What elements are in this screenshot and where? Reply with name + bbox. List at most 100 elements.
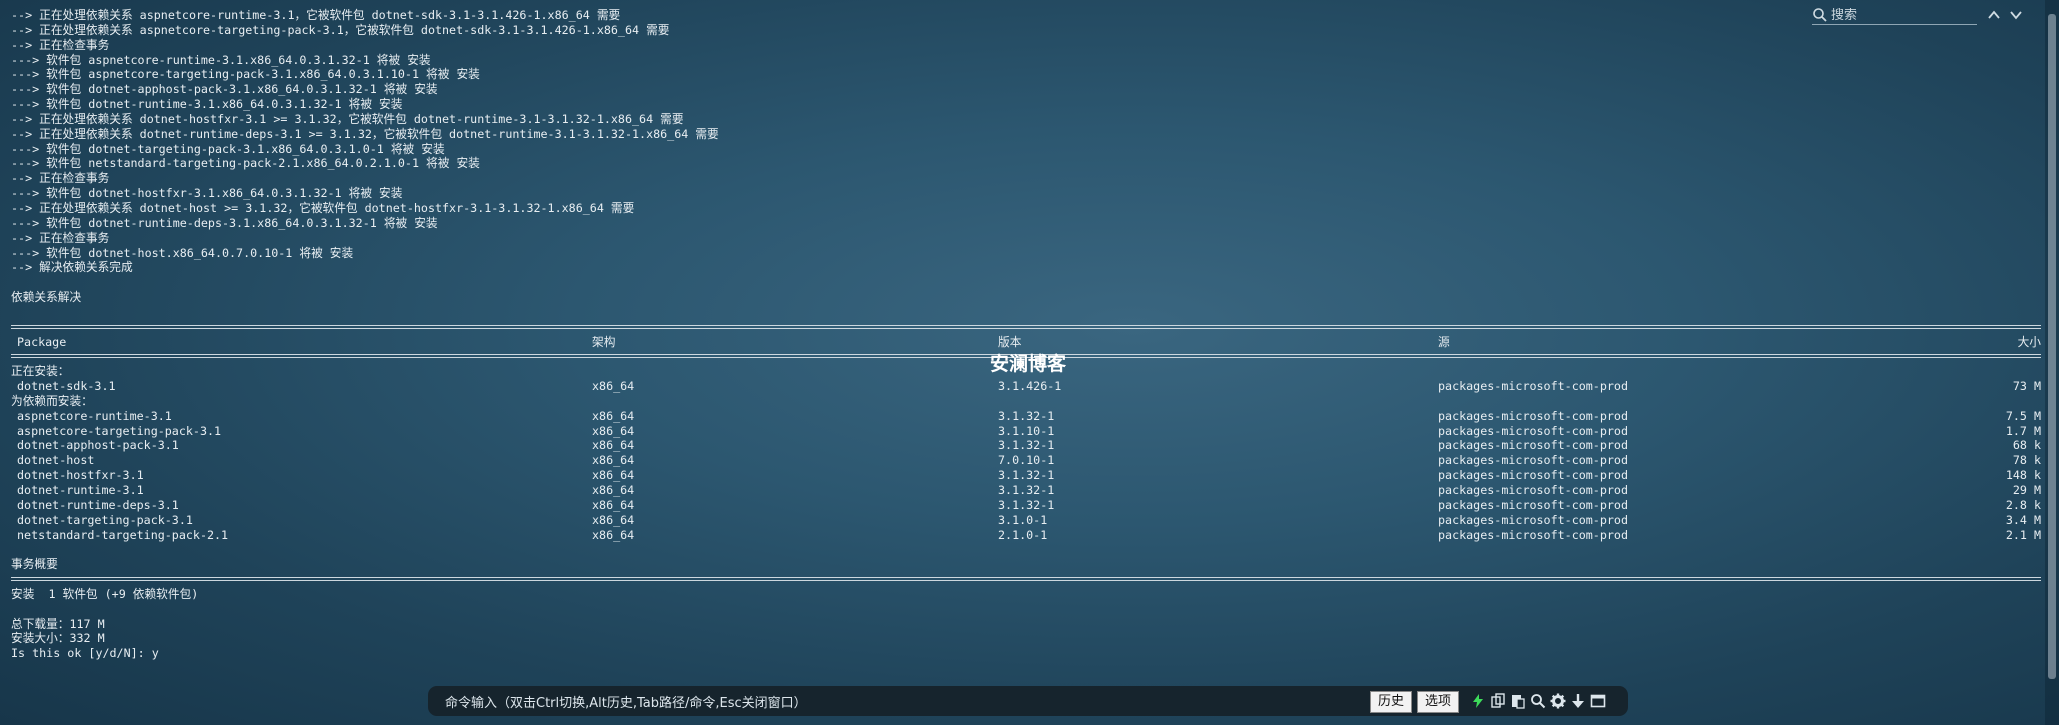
separator-line — [11, 572, 2041, 587]
total-download: 总下载量：117 M — [11, 616, 105, 631]
cell-version: 3.1.32-1 — [998, 468, 1055, 483]
table-row: aspnetcore-targeting-pack-3.1 x86_64 3.1.1… — [11, 424, 2041, 439]
cell-arch: x86_64 — [592, 512, 635, 527]
column-header-arch: 架构 — [592, 334, 616, 349]
column-header-repo: 源 — [1438, 334, 1450, 349]
chevron-down-icon[interactable] — [2008, 7, 2024, 23]
column-header-package: Package — [17, 334, 67, 349]
cell-name: netstandard-targeting-pack-2.1 — [17, 527, 229, 542]
scrollbar[interactable] — [2045, 0, 2059, 725]
log-line: --> 正在处理依赖关系 dotnet-hostfxr-3.1 >= 3.1.3… — [11, 111, 684, 126]
cell-version: 3.1.32-1 — [998, 408, 1055, 423]
cell-repo: packages-microsoft-com-prod — [1438, 438, 1628, 453]
cell-arch: x86_64 — [592, 453, 635, 468]
watermark: 安澜博客 — [990, 353, 1067, 375]
log-line: --> 正在处理依赖关系 aspnetcore-targeting-pack-3… — [11, 22, 670, 37]
table-row: dotnet-targeting-pack-3.1 x86_64 3.1.0-1 pa… — [11, 513, 2041, 528]
cell-arch: x86_64 — [592, 497, 635, 512]
cell-size: 7.5 M — [2005, 408, 2041, 423]
command-input-label[interactable]: 命令输入（双击Ctrl切换,Alt历史,Tab路径/命令,Esc关闭窗口） — [445, 692, 807, 711]
find-icon[interactable] — [1530, 693, 1546, 709]
column-header-size: 大小 — [2017, 334, 2041, 349]
cell-arch: x86_64 — [592, 438, 635, 453]
cell-version: 3.1.426-1 — [998, 379, 1062, 394]
log-line: --> 正在检查事务 — [11, 171, 110, 186]
log-line: ---> 软件包 dotnet-runtime-deps-3.1.x86_64.… — [11, 215, 438, 230]
log-line: ---> 软件包 dotnet-targeting-pack-3.1.x86_6… — [11, 141, 445, 156]
cell-name: dotnet-sdk-3.1 — [17, 379, 116, 394]
options-button[interactable]: 选项 — [1417, 691, 1460, 713]
cell-size: 78 k — [2012, 453, 2041, 468]
cell-repo: packages-microsoft-com-prod — [1438, 453, 1628, 468]
cell-size: 2.1 M — [2005, 527, 2041, 542]
table-row: dotnet-runtime-deps-3.1 x86_64 3.1.32-1 pac… — [11, 498, 2041, 513]
log-line: --> 解决依赖关系完成 — [11, 260, 133, 275]
cell-arch: x86_64 — [592, 468, 635, 483]
table-row: dotnet-host x86_64 7.0.10-1 packages-micros… — [11, 453, 2041, 468]
terminal-output: --> 正在处理依赖关系 aspnetcore-runtime-3.1，它被软件… — [11, 8, 2041, 661]
cell-version: 3.1.32-1 — [998, 438, 1055, 453]
prompt-line[interactable]: Is this ok [y/d/N]: y — [11, 646, 2041, 661]
cell-repo: packages-microsoft-com-prod — [1438, 512, 1628, 527]
search-input[interactable] — [1831, 7, 1971, 23]
cell-name: dotnet-targeting-pack-3.1 — [17, 512, 193, 527]
table-row: dotnet-hostfxr-3.1 x86_64 3.1.32-1 packages… — [11, 468, 2041, 483]
cell-name: aspnetcore-targeting-pack-3.1 — [17, 423, 222, 438]
table-row: aspnetcore-runtime-3.1 x86_64 3.1.32-1 pack… — [11, 409, 2041, 424]
summary-heading: 事务概要 — [11, 557, 58, 572]
command-bar[interactable]: 命令输入（双击Ctrl切换,Alt历史,Tab路径/命令,Esc关闭窗口） 历史… — [428, 686, 1628, 716]
cell-name: dotnet-host — [17, 453, 95, 468]
table-header: Package 架构 版本 源 大小 — [11, 335, 2041, 350]
cell-repo: packages-microsoft-com-prod — [1438, 527, 1628, 542]
separator-line — [11, 320, 2041, 335]
cell-arch: x86_64 — [592, 379, 635, 394]
window-icon[interactable] — [1590, 693, 1606, 709]
cell-size: 1.7 M — [2005, 423, 2041, 438]
install-summary: 安装 1 软件包 (+9 依赖软件包) — [11, 586, 199, 601]
cell-version: 3.1.32-1 — [998, 497, 1055, 512]
cell-name: dotnet-runtime-deps-3.1 — [17, 497, 179, 512]
cell-repo: packages-microsoft-com-prod — [1438, 483, 1628, 497]
cell-repo: packages-microsoft-com-prod — [1438, 497, 1628, 512]
log-line: --> 正在检查事务 — [11, 230, 110, 245]
log-line: ---> 软件包 dotnet-apphost-pack-3.1.x86_64.… — [11, 82, 438, 97]
column-header-version: 版本 — [998, 334, 1022, 349]
copy-icon[interactable] — [1490, 693, 1506, 709]
paste-icon[interactable] — [1510, 693, 1526, 709]
search-box[interactable] — [1812, 6, 1977, 25]
cell-arch: x86_64 — [592, 408, 635, 423]
cell-size: 148 k — [2005, 468, 2041, 483]
log-line: --> 正在检查事务 — [11, 37, 110, 52]
cell-version: 3.1.0-1 — [998, 512, 1048, 527]
cell-version: 3.1.10-1 — [998, 423, 1055, 438]
cell-size: 29 M — [2012, 483, 2041, 497]
cell-arch: x86_64 — [592, 423, 635, 438]
cell-arch: x86_64 — [592, 483, 635, 497]
log-line: --> 正在处理依赖关系 dotnet-runtime-deps-3.1 >= … — [11, 126, 719, 141]
cell-version: 7.0.10-1 — [998, 453, 1055, 468]
cell-repo: packages-microsoft-com-prod — [1438, 423, 1628, 438]
deps-label: 为依赖而安装： — [11, 393, 93, 408]
arrow-down-icon[interactable] — [1570, 693, 1586, 709]
cell-name: dotnet-hostfxr-3.1 — [17, 468, 144, 483]
log-line: ---> 软件包 aspnetcore-runtime-3.1.x86_64.0… — [11, 52, 431, 67]
resolved-heading: 依赖关系解决 — [11, 290, 82, 305]
gear-icon[interactable] — [1550, 693, 1566, 709]
table-row: netstandard-targeting-pack-2.1 x86_64 2.1.… — [11, 528, 2041, 543]
cell-arch: x86_64 — [592, 527, 635, 542]
history-button[interactable]: 历史 — [1370, 691, 1413, 713]
chevron-up-icon[interactable] — [1986, 7, 2002, 23]
cell-repo: packages-microsoft-com-prod — [1438, 379, 1628, 394]
log-line: --> 正在处理依赖关系 aspnetcore-runtime-3.1，它被软件… — [11, 8, 621, 22]
cell-repo: packages-microsoft-com-prod — [1438, 408, 1628, 423]
install-size: 安装大小：332 M — [11, 631, 105, 646]
scrollbar-thumb[interactable] — [2048, 14, 2056, 679]
lightning-icon[interactable] — [1470, 693, 1486, 709]
search-icon — [1813, 8, 1827, 22]
log-line: ---> 软件包 netstandard-targeting-pack-2.1.… — [11, 156, 480, 171]
table-row: dotnet-sdk-3.1 x86_64 3.1.426-1 packages-mi… — [11, 379, 2041, 394]
cell-size: 3.4 M — [2005, 512, 2041, 527]
